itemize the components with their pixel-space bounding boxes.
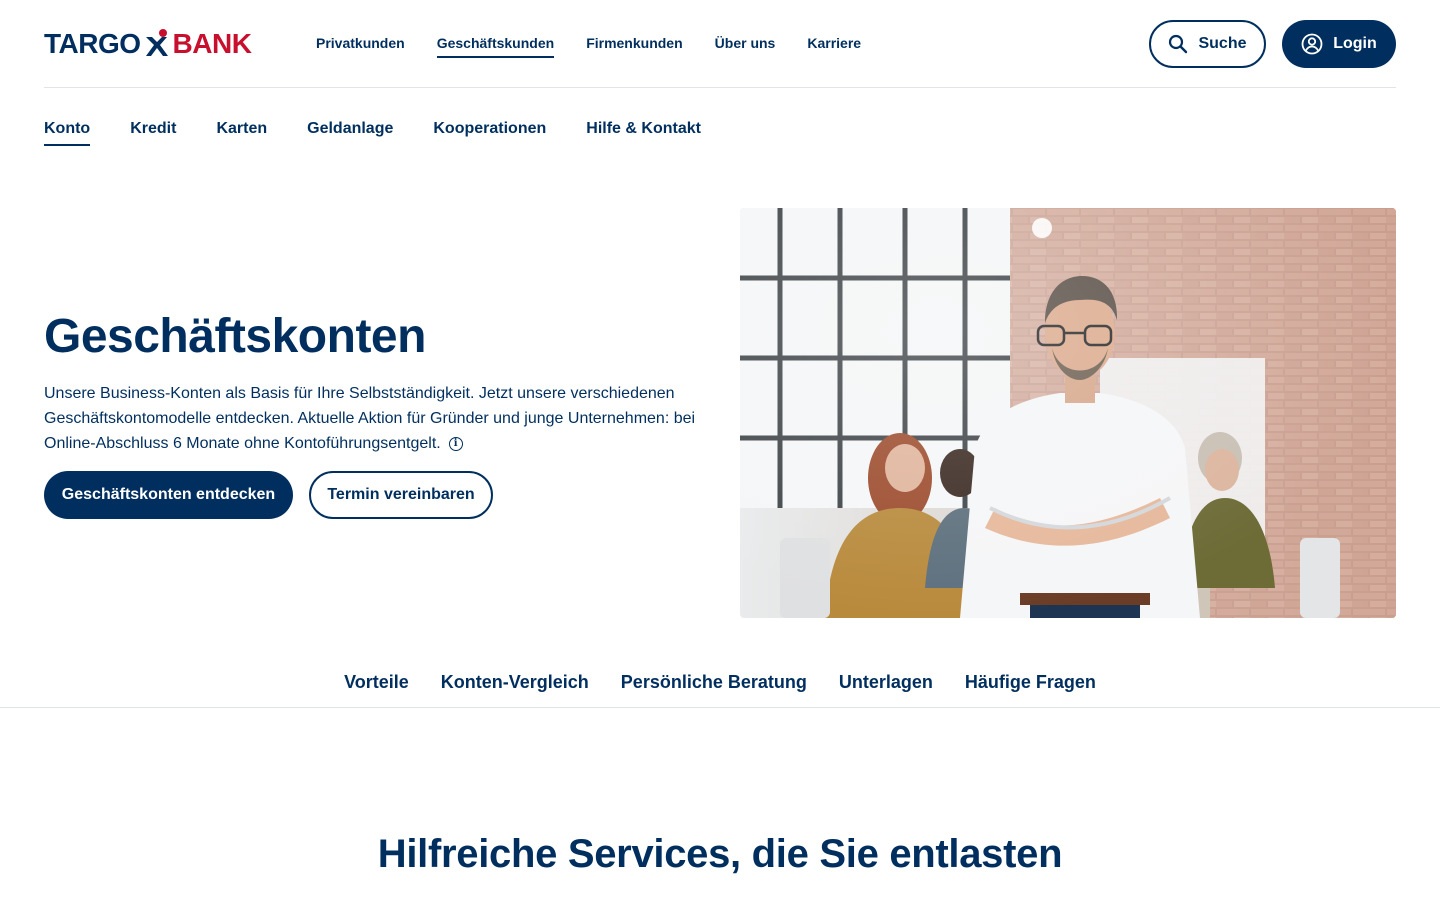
hero-image (740, 208, 1396, 618)
hero-description: Unsere Business-Konten als Basis für Ihr… (44, 381, 704, 456)
page-title: Geschäftskonten (44, 310, 426, 363)
search-icon (1169, 34, 1188, 54)
topnav-karriere[interactable]: Karriere (807, 34, 861, 58)
services-section-title: Hilfreiche Services, die Sie entlasten (377, 832, 1063, 876)
logo-text-bank: BANK (172, 28, 252, 59)
topnav-geschaeftskunden[interactable]: Geschäftskunden (436, 34, 555, 58)
subnav-kredit[interactable]: Kredit (130, 119, 176, 146)
office-photo-illustration (740, 208, 1396, 618)
user-circle-icon (1301, 33, 1323, 55)
targobank-logo[interactable]: TARGO BANK (44, 26, 252, 62)
login-button[interactable]: Login (1282, 20, 1396, 68)
book-appointment-button[interactable]: Termin vereinbaren (309, 471, 493, 519)
topnav-privatkunden[interactable]: Privatkunden (316, 34, 405, 58)
login-button-label: Login (1333, 35, 1377, 52)
site-header: TARGO BANK Privatkunden Geschäftskunden … (44, 0, 1396, 88)
anchor-konten-vergleich[interactable]: Konten-Vergleich (441, 662, 589, 707)
anchor-vorteile[interactable]: Vorteile (344, 662, 409, 707)
subnav-geldanlage[interactable]: Geldanlage (307, 119, 393, 146)
logo-mark-icon (145, 29, 168, 56)
search-button-label: Suche (1198, 35, 1247, 52)
info-icon[interactable]: i (448, 437, 463, 451)
subnav-karten[interactable]: Karten (216, 119, 267, 146)
subnav-kooperationen[interactable]: Kooperationen (433, 119, 546, 146)
subnav-konto[interactable]: Konto (44, 119, 91, 146)
anchor-navigation: Vorteile Konten-Vergleich Persönliche Be… (0, 662, 1440, 708)
anchor-persoenliche-beratung[interactable]: Persönliche Beratung (621, 662, 807, 707)
logo-text-targo: TARGO (44, 28, 141, 59)
topnav-firmenkunden[interactable]: Firmenkunden (586, 34, 682, 58)
subnav-hilfe-kontakt[interactable]: Hilfe & Kontakt (586, 119, 701, 146)
top-navigation: Privatkunden Geschäftskunden Firmenkunde… (316, 34, 893, 58)
hero-description-text: Unsere Business-Konten als Basis für Ihr… (44, 385, 696, 452)
anchor-haeufige-fragen[interactable]: Häufige Fragen (965, 662, 1096, 707)
topnav-ueber-uns[interactable]: Über uns (715, 34, 776, 58)
discover-accounts-button[interactable]: Geschäftskonten entdecken (44, 471, 293, 519)
anchor-unterlagen[interactable]: Unterlagen (839, 662, 933, 707)
sub-navigation: Konto Kredit Karten Geldanlage Kooperati… (44, 119, 741, 146)
search-button[interactable]: Suche (1149, 20, 1266, 68)
